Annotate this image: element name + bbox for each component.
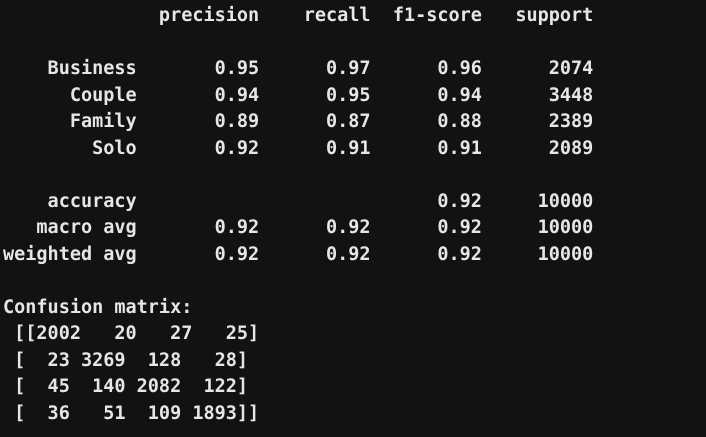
confusion-matrix-row-3: [ 45 140 2082 122] (3, 376, 249, 397)
terminal-output[interactable]: precision recall f1-score support Busine… (0, 0, 706, 437)
confusion-matrix-row-4: [ 36 51 109 1893]] (3, 403, 260, 424)
confusion-matrix-title: Confusion matrix: (3, 297, 193, 318)
confusion-matrix-row-2: [ 23 3269 128 28] (3, 350, 249, 371)
report-row-macro-avg: macro avg 0.92 0.92 0.92 10000 (3, 217, 594, 238)
report-row-family: Family 0.89 0.87 0.88 2389 (3, 111, 594, 132)
report-row-couple: Couple 0.94 0.95 0.94 3448 (3, 85, 594, 106)
report-row-accuracy: accuracy 0.92 10000 (3, 191, 594, 212)
report-row-business: Business 0.95 0.97 0.96 2074 (3, 58, 594, 79)
report-row-solo: Solo 0.92 0.91 0.91 2089 (3, 138, 594, 159)
report-row-weighted-avg: weighted avg 0.92 0.92 0.92 10000 (3, 244, 594, 265)
report-header-row: precision recall f1-score support (3, 5, 594, 26)
confusion-matrix-row-1: [[2002 20 27 25] (3, 323, 260, 344)
